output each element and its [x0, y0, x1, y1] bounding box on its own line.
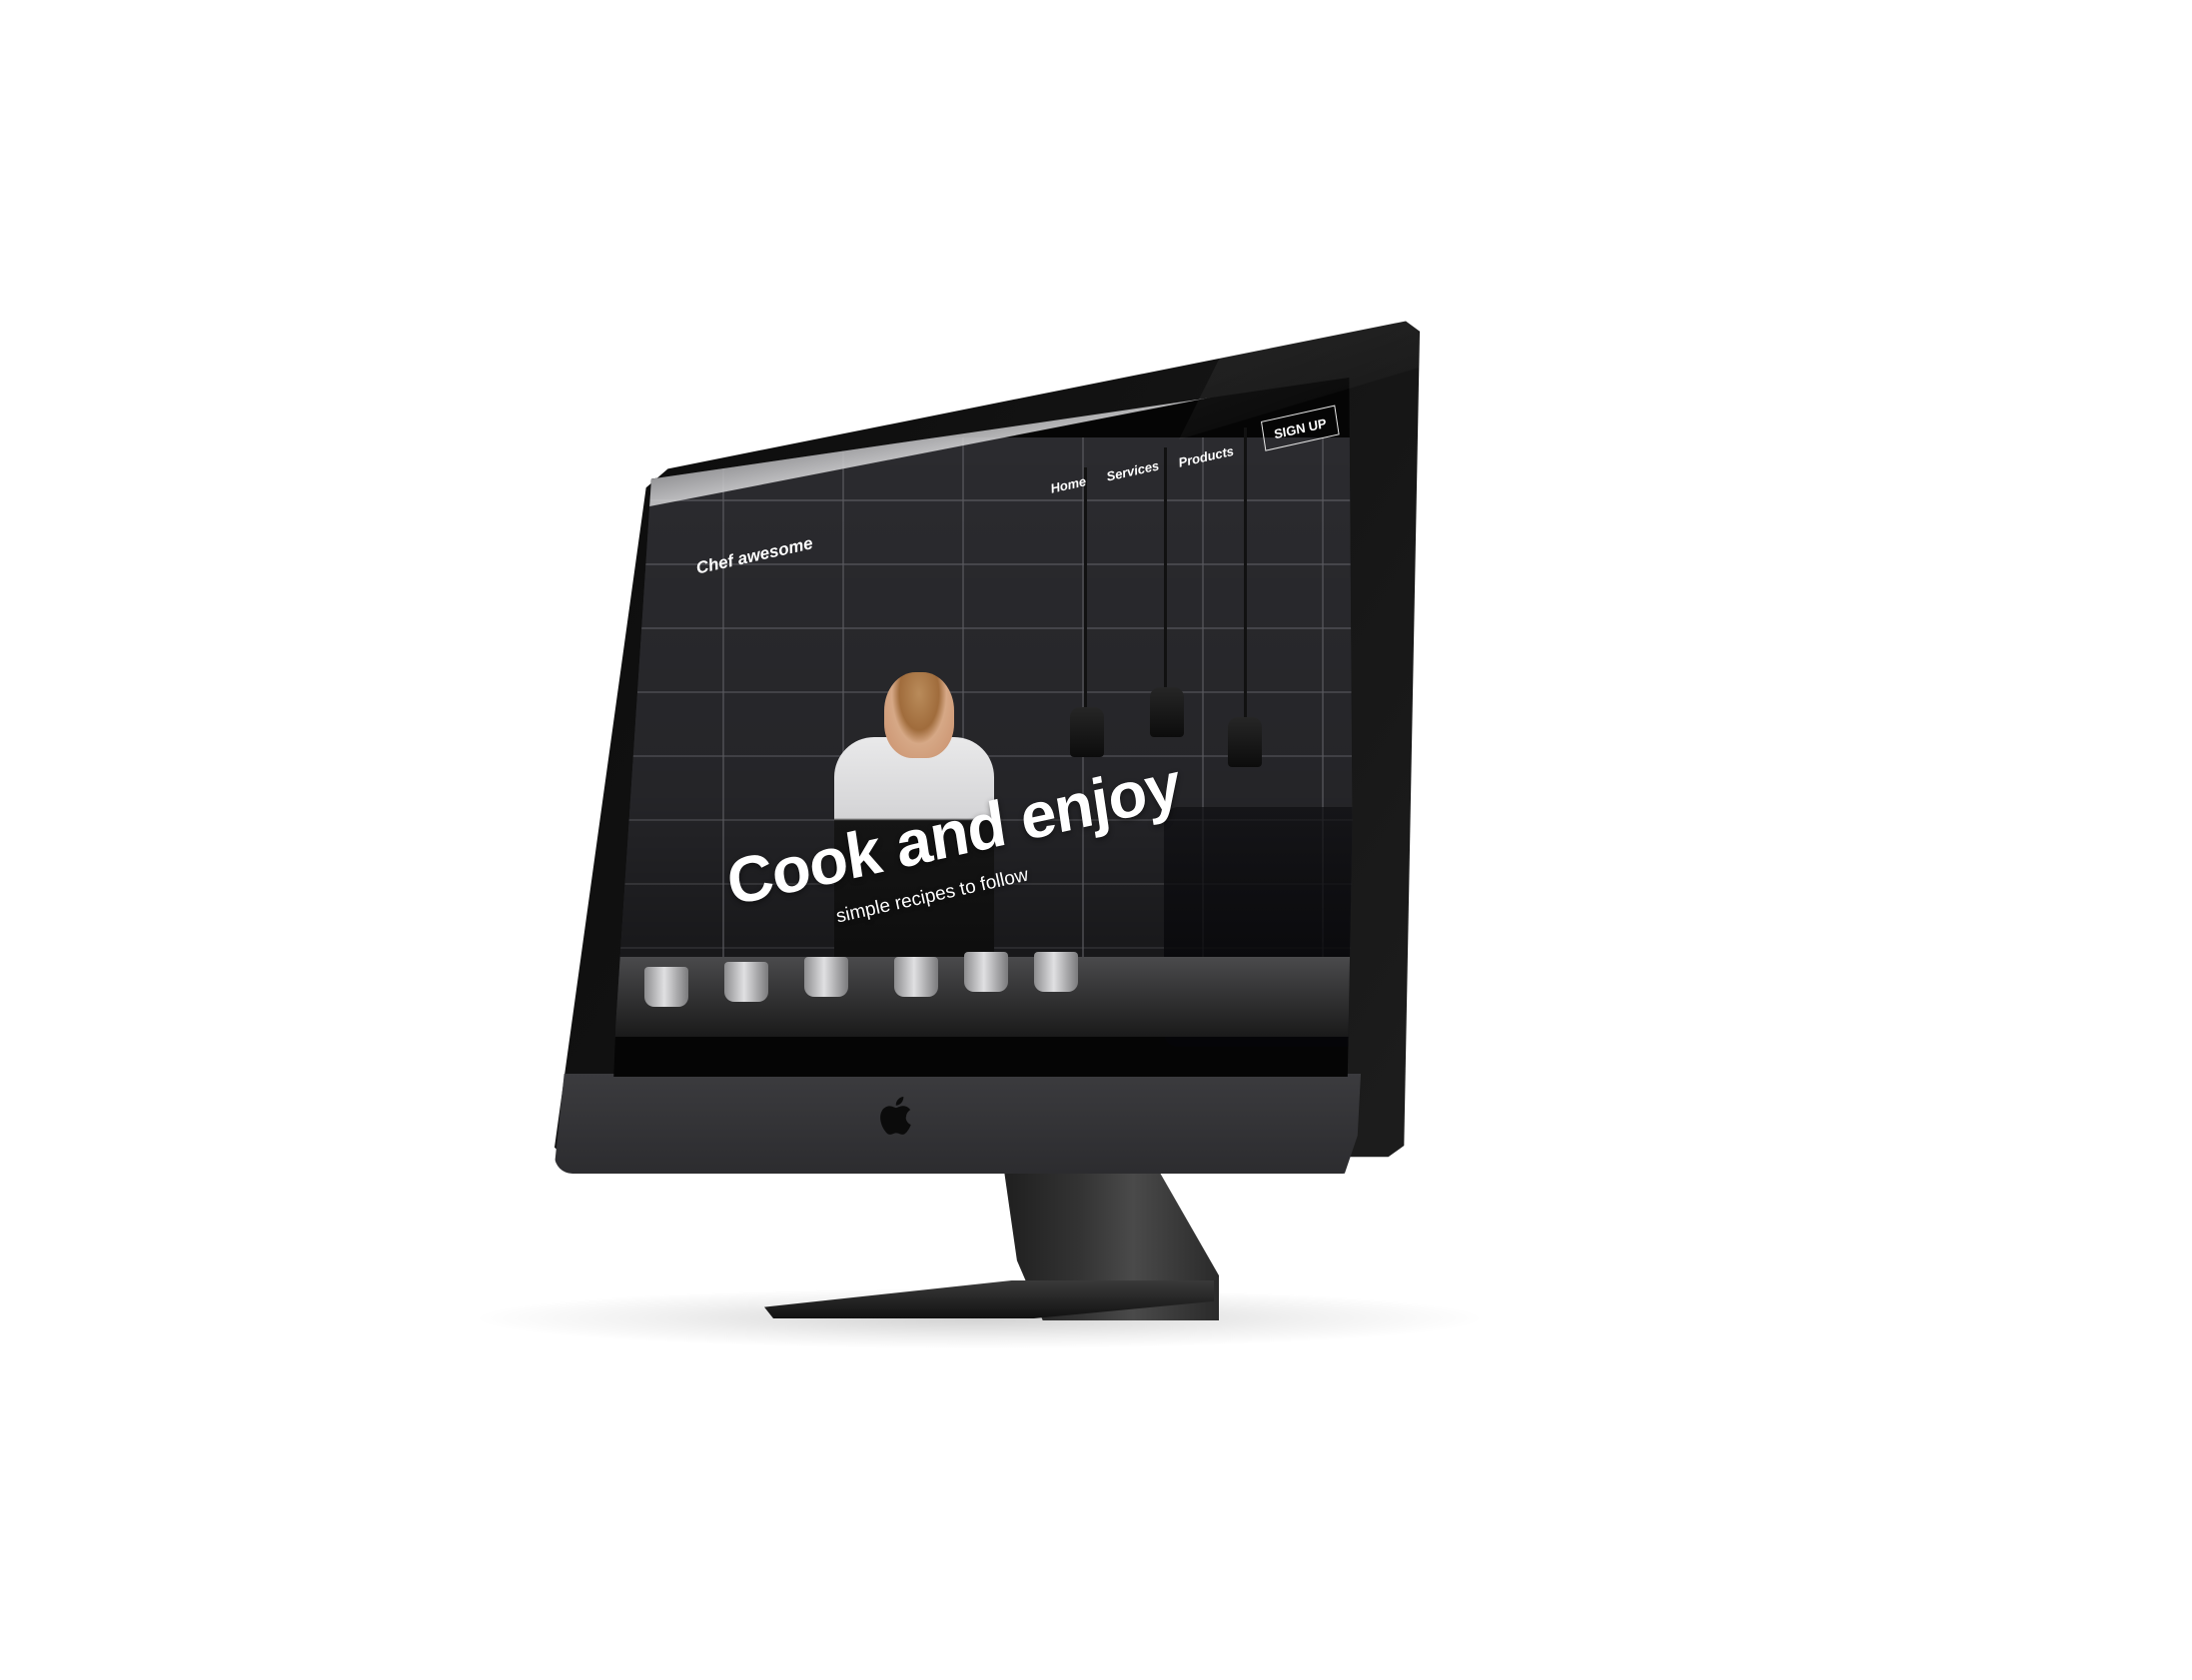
site-brand-logo[interactable]: Chef awesome — [694, 533, 815, 578]
apple-logo-icon — [880, 1097, 911, 1135]
nav-link-products[interactable]: Products — [1177, 443, 1235, 470]
monitor-chin — [554, 1074, 1361, 1174]
sign-up-button[interactable]: SIGN UP — [1261, 405, 1340, 451]
mockup-stage: Chef awesome Home Services Products SIGN… — [0, 0, 2192, 1680]
nav-link-home[interactable]: Home — [1049, 473, 1088, 495]
nav-link-services[interactable]: Services — [1105, 457, 1160, 483]
monitor-screen: Chef awesome Home Services Products SIGN… — [613, 378, 1353, 1077]
site-header: Chef awesome Home Services Products SIGN… — [613, 378, 1352, 1077]
